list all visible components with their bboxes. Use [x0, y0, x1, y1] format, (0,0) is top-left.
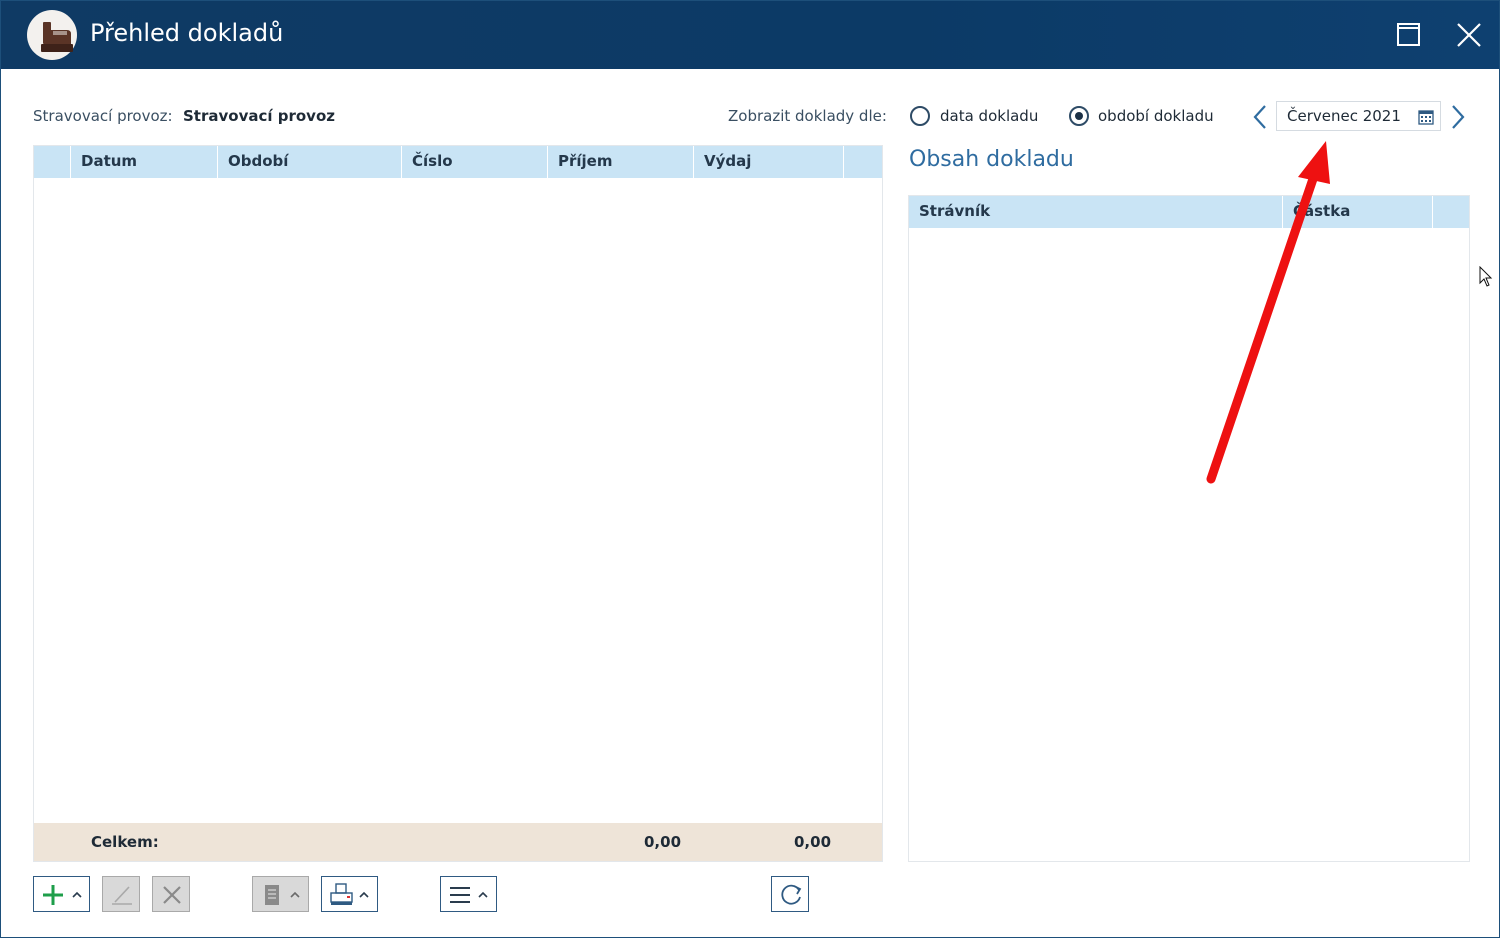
footer-total-label: Celkem:: [91, 833, 159, 851]
print-icon: [330, 883, 353, 905]
documents-table-header: Datum Období Číslo Příjem Výdaj: [34, 146, 882, 178]
edit-icon: [112, 886, 132, 905]
detail-title: Obsah dokladu: [909, 147, 1074, 172]
delete-button[interactable]: [152, 876, 190, 912]
period-value: Červenec 2021: [1287, 107, 1401, 125]
row-indicator-column: [34, 146, 71, 178]
radio-period-label[interactable]: období dokladu: [1098, 107, 1214, 125]
maximize-icon: [1397, 23, 1420, 46]
caret-up-icon: [72, 891, 82, 898]
title-bar: Přehled dokladů: [1, 1, 1499, 69]
edit-button[interactable]: [102, 876, 140, 912]
radio-period[interactable]: [1069, 106, 1089, 126]
maximize-button[interactable]: [1389, 15, 1429, 55]
provoz-label: Stravovací provoz:: [33, 107, 173, 125]
detail-table: Strávník Částka: [908, 195, 1470, 862]
print-button[interactable]: [321, 876, 378, 912]
previous-period-button[interactable]: [1249, 103, 1273, 131]
close-icon: [1457, 23, 1481, 47]
caret-up-icon: [290, 891, 300, 898]
provoz-value: Stravovací provoz: [183, 107, 335, 125]
footer-income-total: 0,00: [644, 833, 682, 851]
column-header-castka[interactable]: Částka: [1283, 196, 1433, 228]
document-overview-window: Přehled dokladů Stravovací provoz: Strav…: [0, 0, 1500, 938]
mouse-cursor-icon: [1479, 266, 1493, 287]
refresh-button[interactable]: [771, 876, 809, 912]
column-header-vydaj[interactable]: Výdaj: [694, 146, 844, 178]
radio-date[interactable]: [910, 106, 930, 126]
document-icon: [265, 885, 279, 905]
column-header-cislo[interactable]: Číslo: [402, 146, 548, 178]
caret-up-icon: [478, 891, 488, 898]
add-icon: [43, 885, 63, 905]
caret-up-icon: [359, 891, 369, 898]
documents-table: Datum Období Číslo Příjem Výdaj Celkem: …: [33, 145, 883, 862]
detail-extra-column: [1433, 196, 1469, 228]
delete-icon: [163, 886, 181, 904]
radio-date-label[interactable]: data dokladu: [940, 107, 1038, 125]
window-title: Přehled dokladů: [90, 19, 284, 47]
extra-column: [844, 146, 882, 178]
column-header-obdobi[interactable]: Období: [218, 146, 402, 178]
detail-table-header: Strávník Částka: [909, 196, 1469, 228]
documents-table-footer: Celkem: 0,00 0,00: [34, 823, 882, 861]
refresh-icon: [781, 884, 802, 905]
chevron-left-icon: [1253, 105, 1266, 129]
menu-button[interactable]: [440, 876, 497, 912]
add-button[interactable]: [33, 876, 90, 912]
chevron-right-icon: [1452, 105, 1465, 129]
close-button[interactable]: [1449, 15, 1489, 55]
column-header-stravnik[interactable]: Strávník: [909, 196, 1283, 228]
menu-icon: [450, 887, 470, 903]
column-header-datum[interactable]: Datum: [71, 146, 218, 178]
next-period-button[interactable]: [1446, 103, 1470, 131]
period-picker[interactable]: Červenec 2021: [1276, 101, 1441, 131]
calendar-icon[interactable]: [1418, 109, 1434, 125]
display-by-label: Zobrazit doklady dle:: [728, 107, 887, 125]
column-header-prijem[interactable]: Příjem: [548, 146, 694, 178]
cash-register-logo-icon: [27, 10, 77, 60]
footer-expense-total: 0,00: [794, 833, 832, 851]
document-button[interactable]: [252, 876, 309, 912]
